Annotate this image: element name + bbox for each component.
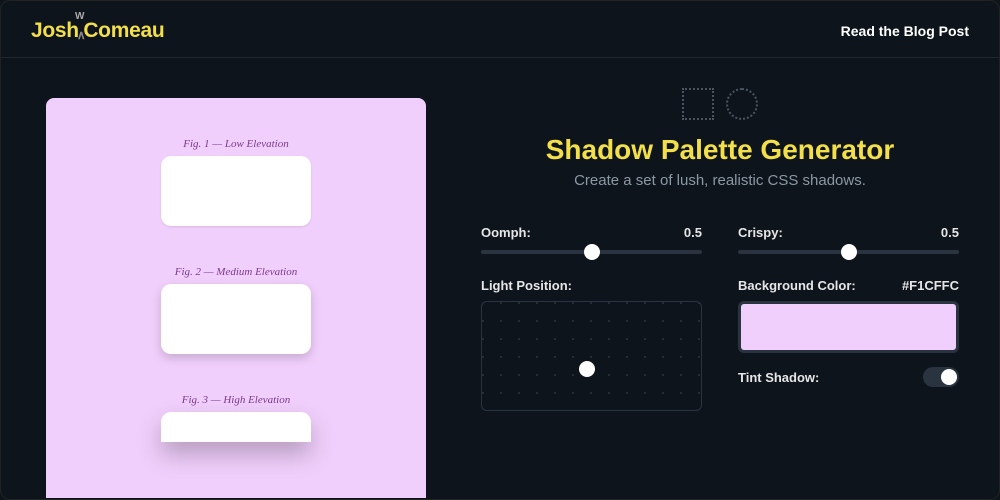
oomph-thumb[interactable] — [584, 244, 600, 260]
page-title: Shadow Palette Generator — [481, 134, 959, 166]
preview-card-low — [161, 156, 311, 226]
preview-canvas: Fig. 1 — Low Elevation Fig. 2 — Medium E… — [46, 98, 426, 498]
shape-square-icon[interactable] — [682, 88, 714, 120]
oomph-label: Oomph: — [481, 225, 531, 240]
logo-last: Comeau — [83, 19, 164, 42]
preview-card-medium — [161, 284, 311, 354]
oomph-value: 0.5 — [684, 225, 702, 240]
light-position-pad[interactable] — [481, 301, 702, 411]
preview-pane: Fig. 1 — Low Elevation Fig. 2 — Medium E… — [1, 58, 441, 498]
logo[interactable]: W Josh∧Comeau — [31, 19, 164, 43]
tint-toggle-knob[interactable] — [941, 369, 957, 385]
shape-toggle-group — [481, 88, 959, 120]
blog-post-link[interactable]: Read the Blog Post — [841, 23, 969, 39]
fig-high: Fig. 3 — High Elevation — [161, 394, 311, 442]
preview-card-high — [161, 412, 311, 442]
light-label: Light Position: — [481, 278, 572, 293]
fig-label-medium: Fig. 2 — Medium Elevation — [175, 266, 298, 278]
light-position-dot[interactable] — [579, 361, 595, 377]
controls-pane: Shadow Palette Generator Create a set of… — [441, 58, 999, 498]
crispy-thumb[interactable] — [841, 244, 857, 260]
logo-w: W — [75, 11, 84, 22]
fig-label-low: Fig. 1 — Low Elevation — [183, 138, 288, 150]
tint-row: Tint Shadow: — [738, 367, 959, 387]
bottom-row: Light Position: Background Color: #F1CFF… — [481, 278, 959, 411]
bgcolor-label: Background Color: — [738, 278, 856, 293]
tint-label: Tint Shadow: — [738, 370, 819, 385]
bgcolor-group: Background Color: #F1CFFC Tint Shadow: — [738, 278, 959, 411]
oomph-slider-group: Oomph: 0.5 — [481, 225, 702, 254]
logo-first: Josh — [31, 19, 79, 42]
sliders-row: Oomph: 0.5 Crispy: 0.5 — [481, 225, 959, 254]
tint-toggle[interactable] — [923, 367, 959, 387]
shape-circle-icon[interactable] — [726, 88, 758, 120]
oomph-slider[interactable] — [481, 250, 702, 254]
bgcolor-swatch[interactable] — [738, 301, 959, 353]
fig-medium: Fig. 2 — Medium Elevation — [161, 266, 311, 354]
fig-label-high: Fig. 3 — High Elevation — [182, 394, 290, 406]
caret-icon: ∧ — [77, 28, 85, 42]
fig-low: Fig. 1 — Low Elevation — [161, 138, 311, 226]
crispy-slider-group: Crispy: 0.5 — [738, 225, 959, 254]
page-subtitle: Create a set of lush, realistic CSS shad… — [481, 172, 959, 189]
header: W Josh∧Comeau Read the Blog Post — [1, 1, 999, 58]
bgcolor-value: #F1CFFC — [902, 278, 959, 293]
crispy-label: Crispy: — [738, 225, 783, 240]
main: Fig. 1 — Low Elevation Fig. 2 — Medium E… — [1, 58, 999, 498]
crispy-value: 0.5 — [941, 225, 959, 240]
light-position-group: Light Position: — [481, 278, 702, 411]
crispy-slider[interactable] — [738, 250, 959, 254]
